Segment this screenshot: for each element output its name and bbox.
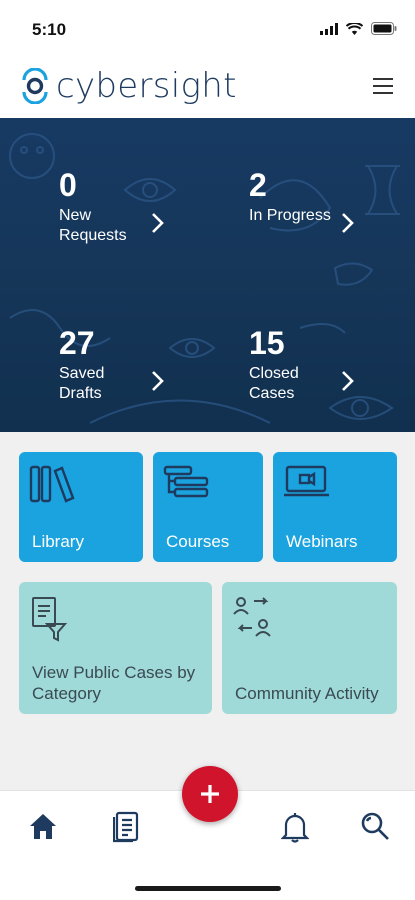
- app-header: cybersight: [0, 56, 415, 118]
- stat-label: In Progress: [249, 207, 331, 224]
- stat-count: 15: [249, 325, 285, 361]
- webinars-label: Webinars: [286, 532, 358, 551]
- chevron-right-icon: [152, 371, 164, 391]
- chevron-right-icon: [342, 213, 354, 233]
- stat-closed-cases[interactable]: 15 Closed Cases: [249, 326, 399, 426]
- library-tile[interactable]: Library: [19, 452, 143, 562]
- home-indicator: [135, 886, 281, 891]
- stat-count: 2: [249, 167, 267, 203]
- chevron-right-icon: [342, 371, 354, 391]
- stat-new-requests[interactable]: 0 New Requests: [59, 168, 209, 268]
- search-icon[interactable]: [360, 811, 390, 841]
- stat-saved-drafts[interactable]: 27 Saved Drafts: [59, 326, 209, 426]
- notifications-icon[interactable]: [281, 811, 309, 843]
- cases-icon[interactable]: [113, 811, 141, 843]
- books-icon: [29, 465, 75, 503]
- dashboard-hero: 0 New Requests 2 In Progress 27 Saved Dr…: [0, 118, 415, 432]
- stat-label: Closed Cases: [249, 365, 299, 402]
- public-cases-tile[interactable]: View Public Cases by Category: [19, 582, 212, 714]
- logo-text: cybersight: [56, 66, 237, 106]
- courses-tile[interactable]: Courses: [153, 452, 263, 562]
- community-label: Community Activity: [235, 684, 379, 703]
- hamburger-menu-icon[interactable]: [371, 76, 395, 96]
- public-cases-label: View Public Cases by Category: [32, 663, 196, 703]
- stat-label: Saved Drafts: [59, 365, 105, 402]
- community-tile[interactable]: Community Activity: [222, 582, 397, 714]
- community-users-icon: [233, 597, 271, 637]
- courses-icon: [163, 465, 209, 498]
- stat-in-progress[interactable]: 2 In Progress: [249, 168, 399, 268]
- home-icon[interactable]: [28, 811, 58, 841]
- stat-count: 0: [59, 167, 77, 203]
- webinars-tile[interactable]: Webinars: [273, 452, 397, 562]
- status-icons: [320, 22, 397, 35]
- signal-icon: [320, 22, 338, 35]
- status-time: 5:10: [32, 20, 67, 39]
- library-label: Library: [32, 532, 84, 551]
- add-case-button[interactable]: [182, 766, 238, 822]
- battery-icon: [371, 22, 397, 35]
- stat-label: New Requests: [59, 207, 127, 244]
- stat-count: 27: [59, 325, 95, 361]
- status-bar: 5:10: [0, 0, 415, 56]
- chevron-right-icon: [152, 213, 164, 233]
- webinar-screen-icon: [284, 465, 329, 497]
- document-filter-icon: [32, 597, 68, 642]
- content-area: Library Courses Webinars View Public Cas…: [0, 432, 415, 790]
- courses-label: Courses: [166, 532, 230, 551]
- eye-logo-icon: [22, 68, 48, 104]
- wifi-icon: [346, 22, 363, 35]
- plus-icon: [201, 785, 219, 803]
- cybersight-logo[interactable]: cybersight: [20, 66, 237, 106]
